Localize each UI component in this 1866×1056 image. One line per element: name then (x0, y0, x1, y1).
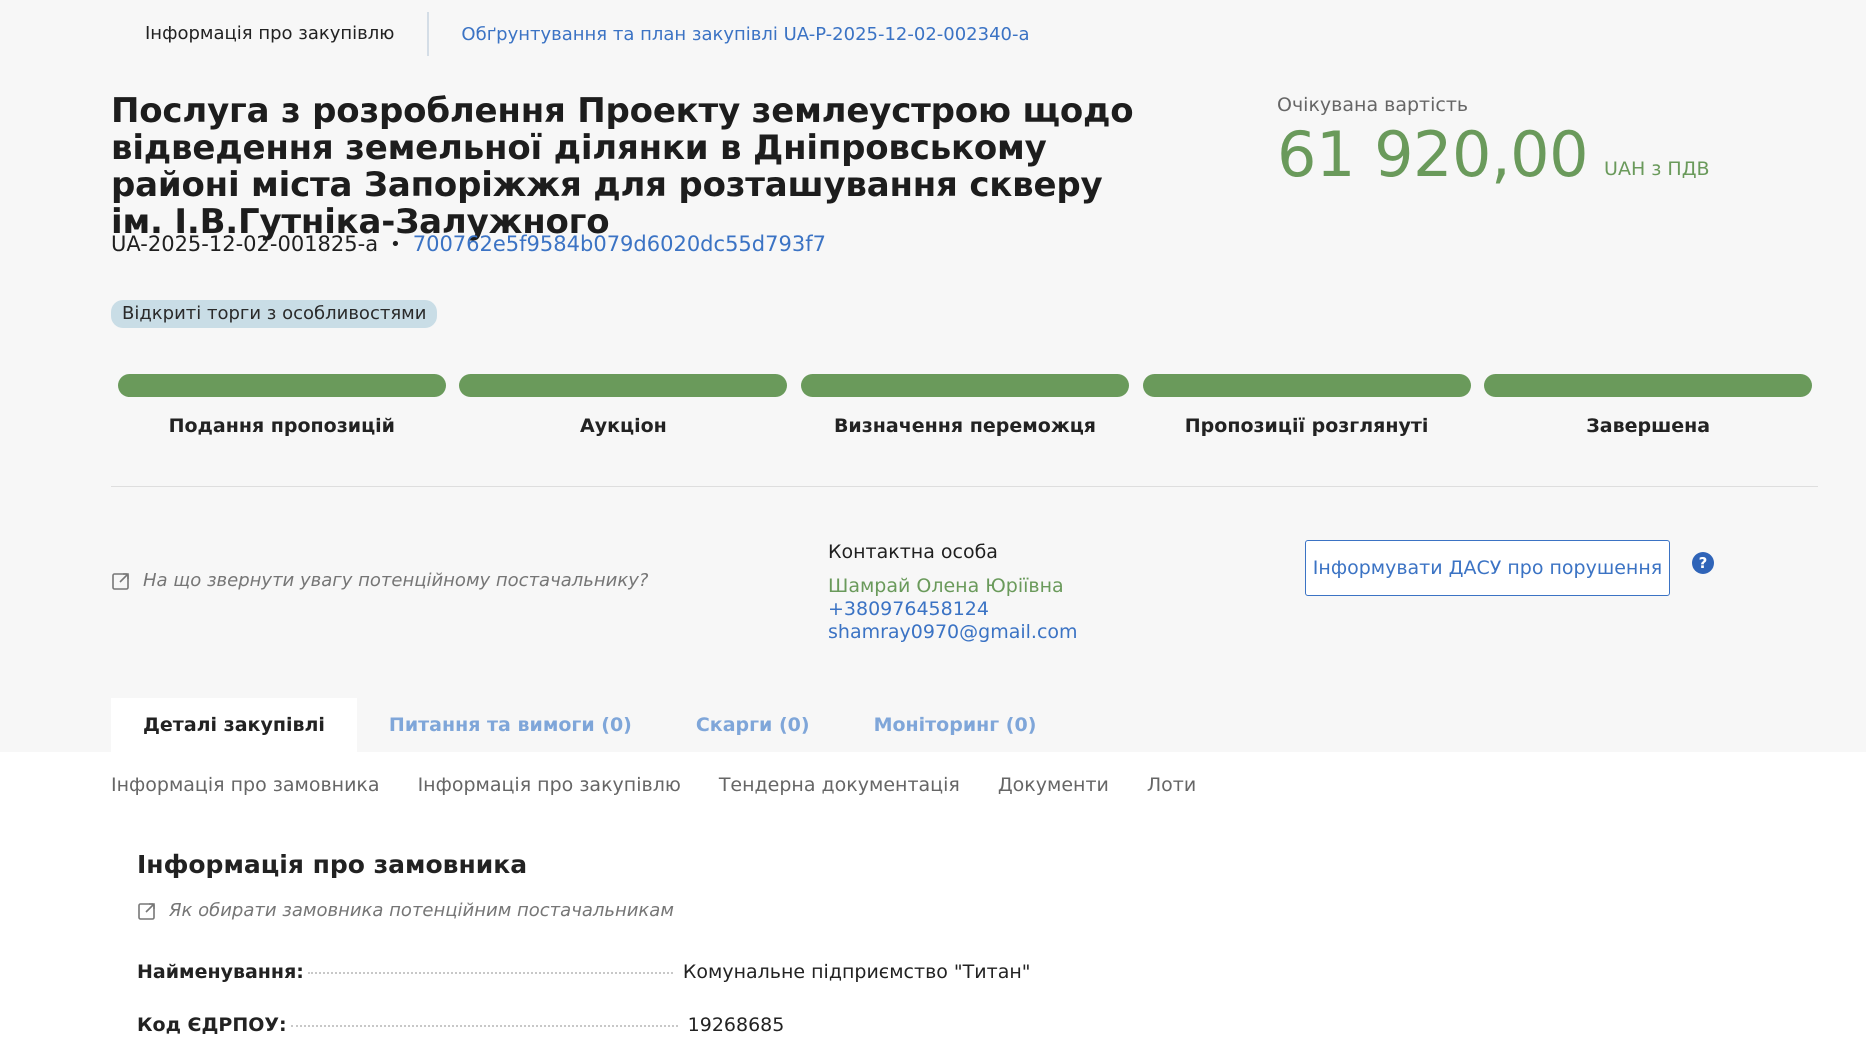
stage-label: Подання пропозицій (168, 415, 395, 437)
contact-name: Шамрай Олена Юріївна (828, 575, 1064, 597)
row-label: Найменування: (137, 961, 304, 983)
stage-bar (1142, 374, 1471, 397)
customer-section-title: Інформація про замовника (137, 850, 528, 879)
main-tabs: Деталі закупівлі Питання та вимоги (0) С… (111, 698, 1068, 752)
tender-title: Послуга з розроблення Проекту землеустро… (111, 91, 1134, 242)
procedure-type-badge: Відкриті торги з особливостями (111, 300, 438, 328)
stage-bar (459, 374, 788, 397)
supplier-hint-link[interactable]: На що звернути увагу потенційному постач… (111, 570, 648, 591)
tender-hash-link[interactable]: 700762e5f9584b079d6020dc55d793f7 (413, 232, 826, 256)
row-value: Комунальне підприємство "Титан" (682, 961, 1031, 983)
subnav-customer[interactable]: Інформація про замовника (111, 774, 380, 796)
customer-name-row: Найменування: Комунальне підприємство "Т… (137, 961, 1031, 983)
stage-progress: Подання пропозицій Аукціон Визначення пе… (111, 374, 1819, 437)
section-subnav: Інформація про замовника Інформація про … (111, 774, 1234, 796)
separator-dot: • (390, 233, 401, 255)
stage-winner: Визначення переможця (794, 374, 1136, 437)
report-violation-button[interactable]: Інформувати ДАСУ про порушення (1305, 540, 1670, 596)
tender-ids: UA-2025-12-02-001825-a • 700762e5f9584b0… (111, 232, 826, 256)
leader-dots (290, 1025, 678, 1027)
stage-bar (800, 374, 1129, 397)
contact-heading: Контактна особа (828, 541, 998, 563)
row-label: Код ЄДРПОУ: (137, 1014, 287, 1036)
stage-label: Завершена (1586, 415, 1711, 437)
stage-completed: Завершена (1477, 374, 1819, 437)
stage-bar (1484, 374, 1813, 397)
expected-value-label: Очікувана вартість (1277, 94, 1469, 116)
tab-questions[interactable]: Питання та вимоги (0) (357, 698, 664, 752)
contact-email[interactable]: shamray0970@gmail.com (828, 621, 1078, 644)
stage-label: Визначення переможця (833, 415, 1097, 437)
tab-complaints[interactable]: Скарги (0) (664, 698, 842, 752)
stage-auction: Аукціон (453, 374, 795, 437)
top-nav: Інформація про закупівлю Обґрунтування т… (111, 12, 1030, 56)
tender-id: UA-2025-12-02-001825-a (111, 232, 379, 256)
stage-label: Пропозиції розглянуті (1184, 415, 1429, 437)
contact-phone[interactable]: +380976458124 (828, 598, 1078, 621)
expected-value-currency: UAH з ПДВ (1604, 158, 1710, 180)
customer-hint-text: Як обирати замовника потенційним постача… (169, 900, 674, 921)
plan-link[interactable]: Обґрунтування та план закупівлі UA-P-202… (429, 24, 1029, 45)
subnav-tender-docs[interactable]: Тендерна документація (719, 774, 960, 796)
supplier-hint-text: На що звернути увагу потенційному постач… (143, 570, 649, 591)
divider (111, 486, 1818, 487)
row-value: 19268685 (687, 1014, 785, 1036)
stage-label: Аукціон (580, 415, 667, 437)
expected-value-amount: 61 920,00 (1277, 118, 1589, 191)
external-link-icon (138, 902, 155, 920)
stage-reviewed: Пропозиції розглянуті (1136, 374, 1478, 437)
stage-bar (117, 374, 446, 397)
customer-code-row: Код ЄДРПОУ: 19268685 (137, 1014, 1007, 1036)
subnav-lots[interactable]: Лоти (1147, 774, 1196, 796)
external-link-icon (112, 572, 129, 590)
contact-person: Контактна особа Шамрай Олена Юріївна +38… (828, 541, 1078, 644)
subnav-documents[interactable]: Документи (998, 774, 1109, 796)
help-icon[interactable]: ? (1692, 552, 1714, 574)
stage-submission: Подання пропозицій (111, 374, 453, 437)
tab-monitoring[interactable]: Моніторинг (0) (842, 698, 1069, 752)
subnav-procurement[interactable]: Інформація про закупівлю (418, 774, 681, 796)
leader-dots (307, 972, 673, 974)
customer-hint-link[interactable]: Як обирати замовника потенційним постача… (137, 900, 674, 921)
top-tab-procurement-info[interactable]: Інформація про закупівлю (111, 12, 430, 56)
expected-value: Очікувана вартість 61 920,00 UAH з ПДВ (1277, 94, 1710, 188)
tab-details[interactable]: Деталі закупівлі (111, 698, 357, 752)
